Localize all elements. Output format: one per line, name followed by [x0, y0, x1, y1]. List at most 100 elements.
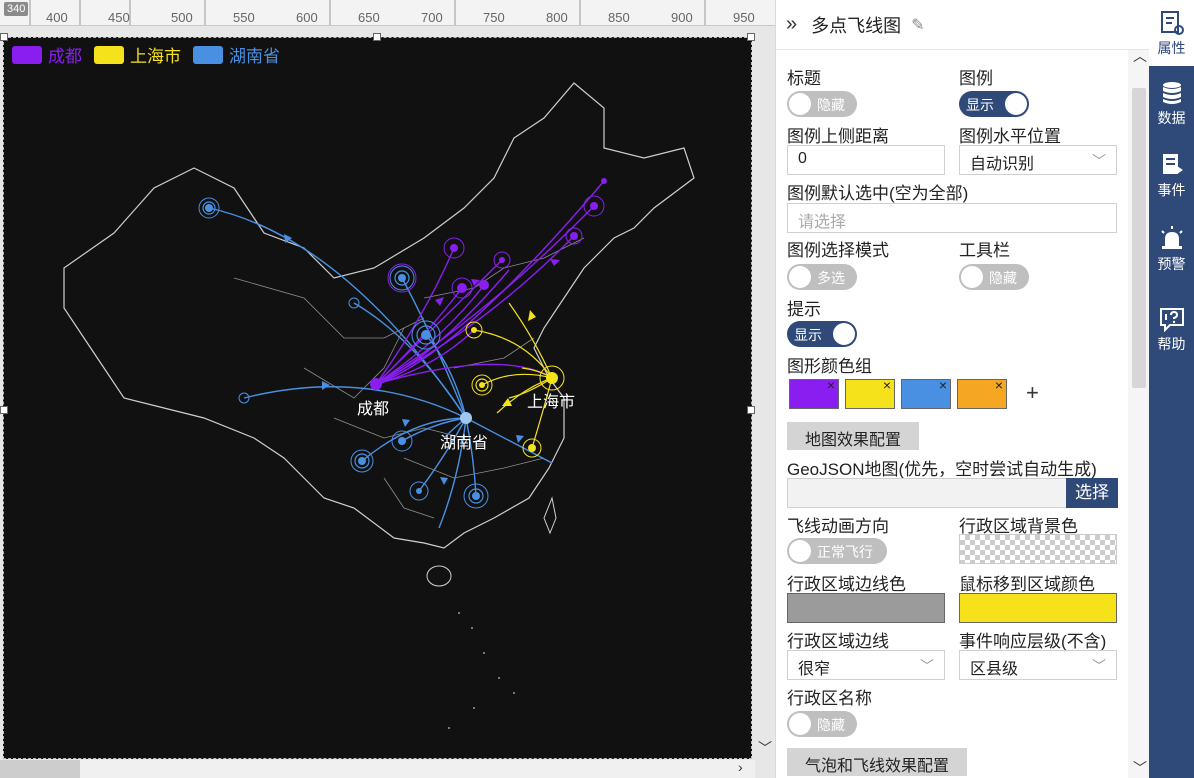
nav-label: 数据 — [1157, 110, 1186, 126]
legend-top-input[interactable]: 0 — [787, 145, 945, 175]
legend-horizontal-select[interactable]: 自动识别 ﹀ — [959, 145, 1117, 175]
legend-item-shanghai[interactable]: 上海市 — [94, 42, 181, 67]
flight-map-chart[interactable]: 成都 上海市 湖南省 成都 上海市 湖南省 — [3, 37, 752, 759]
region-border-select[interactable]: 很窄 ﹀ — [787, 650, 945, 680]
canvas-vertical-scrollbar[interactable]: ﹀ — [755, 26, 773, 764]
scroll-down-icon[interactable]: ﹀ — [758, 738, 772, 758]
properties-panel: » 多点飞线图 ✎ 标题 图例 隐藏 显示 图例上侧距离 图例水平位置 0 自动… — [775, 0, 1150, 778]
scrollbar-thumb[interactable] — [0, 760, 80, 778]
select-value: 区县级 — [970, 661, 1019, 678]
color-chip[interactable]: × — [957, 377, 1007, 409]
resize-handle[interactable] — [747, 406, 755, 414]
nav-label: 帮助 — [1157, 336, 1186, 352]
ruler-tick: 650 — [358, 10, 380, 25]
region-bg-color-picker[interactable] — [959, 534, 1117, 564]
nav-properties[interactable]: 属性 — [1149, 0, 1194, 66]
toggle-label: 正常飞行 — [817, 544, 873, 560]
region-name-toggle[interactable]: 隐藏 — [787, 711, 857, 737]
nav-label: 预警 — [1157, 256, 1186, 272]
title-label: 标题 — [787, 69, 821, 88]
scroll-down-icon[interactable]: ﹀ — [1133, 758, 1147, 778]
nav-label: 属性 — [1157, 40, 1186, 56]
panel-scrollbar[interactable]: ︿ ﹀ — [1128, 48, 1150, 778]
nav-data[interactable]: 数据 — [1149, 80, 1194, 128]
legend-default-label: 图例默认选中(空为全部) — [787, 184, 969, 203]
legend-item-hunan[interactable]: 湖南省 — [193, 42, 280, 67]
toggle-label: 多选 — [817, 270, 845, 286]
edit-title-icon[interactable]: ✎ — [911, 15, 924, 35]
ruler-tick: 700 — [421, 10, 443, 25]
toggle-knob — [789, 93, 811, 115]
ruler-tick: 550 — [233, 10, 255, 25]
geojson-label: GeoJSON地图(优先，空时尝试自动生成) — [787, 460, 1097, 479]
legend-horizontal-label: 图例水平位置 — [959, 127, 1061, 146]
city-label-shanghai: 上海市 — [527, 394, 576, 411]
ruler-tick: 400 — [46, 10, 68, 25]
tooltip-toggle[interactable]: 显示 — [787, 321, 857, 347]
side-navigation: 属性 数据 事件 预警 帮助 — [1149, 0, 1194, 778]
scroll-up-icon[interactable]: ︿ — [1133, 46, 1147, 66]
event-level-label: 事件响应层级(不含) — [959, 632, 1107, 651]
legend-mode-label: 图例选择模式 — [787, 241, 889, 260]
nav-help[interactable]: 帮助 — [1149, 306, 1194, 354]
china-outline — [63, 82, 695, 549]
city-label-chengdu: 成都 — [357, 401, 390, 418]
nav-label: 事件 — [1157, 182, 1186, 198]
help-icon — [1159, 308, 1184, 332]
remove-color-icon[interactable]: × — [939, 377, 947, 393]
resize-handle[interactable] — [373, 33, 381, 41]
color-chip[interactable]: × — [789, 377, 839, 409]
ruler-tick: 850 — [608, 10, 630, 25]
chevron-down-icon: ﹀ — [920, 658, 934, 674]
color-chip[interactable]: × — [845, 377, 895, 409]
nav-alarm[interactable]: 预警 — [1149, 226, 1194, 274]
toggle-knob — [961, 266, 983, 288]
bubble-flight-config-button[interactable]: 气泡和飞线效果配置 — [787, 748, 968, 776]
select-value: 很窄 — [798, 661, 831, 678]
tooltip-label: 提示 — [787, 300, 821, 319]
geojson-choose-button[interactable]: 选择 — [1066, 478, 1118, 508]
legend-item-chengdu[interactable]: 成都 — [12, 42, 82, 67]
region-border-color-label: 行政区域边线色 — [787, 575, 906, 594]
region-border-label: 行政区域边线 — [787, 632, 889, 651]
event-icon — [1162, 154, 1183, 174]
flight-direction-toggle[interactable]: 正常飞行 — [787, 538, 887, 564]
resize-handle[interactable] — [747, 33, 755, 41]
chevron-down-icon: ﹀ — [1092, 658, 1106, 674]
flight-direction-label: 飞线动画方向 — [787, 517, 889, 536]
hover-color-label: 鼠标移到区域颜色 — [959, 575, 1095, 594]
color-chip[interactable]: × — [901, 377, 951, 409]
ruler-tick: 600 — [296, 10, 318, 25]
geojson-input[interactable] — [787, 478, 1067, 508]
map-effect-config-button[interactable]: 地图效果配置 — [787, 422, 920, 450]
legend-mode-toggle[interactable]: 多选 — [787, 264, 857, 290]
scrollbar-thumb[interactable] — [1132, 88, 1146, 388]
legend-default-select[interactable]: 请选择 — [787, 203, 1117, 233]
event-level-select[interactable]: 区县级 ﹀ — [959, 650, 1117, 680]
toggle-label: 隐藏 — [817, 717, 845, 733]
remove-color-icon[interactable]: × — [995, 377, 1003, 393]
horizontal-ruler: 340 400 450 500 550 600 650 700 750 800 … — [0, 0, 775, 26]
nav-event[interactable]: 事件 — [1149, 152, 1194, 200]
title-toggle[interactable]: 隐藏 — [787, 91, 857, 117]
legend-swatch — [94, 45, 124, 64]
ruler-tick: 950 — [733, 10, 755, 25]
legend-toggle[interactable]: 显示 — [959, 91, 1029, 117]
toggle-label: 隐藏 — [817, 97, 845, 113]
map-legend: 成都 上海市 湖南省 — [12, 42, 280, 67]
add-color-icon[interactable]: + — [1026, 380, 1039, 406]
chevron-down-icon: ﹀ — [1092, 153, 1106, 169]
region-name-label: 行政区名称 — [787, 689, 872, 708]
resize-handle[interactable] — [0, 406, 8, 414]
collapse-panel-icon[interactable]: » — [786, 13, 797, 36]
remove-color-icon[interactable]: × — [883, 377, 891, 393]
canvas-horizontal-scrollbar[interactable]: › — [0, 759, 755, 778]
component-title: 多点飞线图 — [811, 15, 902, 36]
remove-color-icon[interactable]: × — [827, 377, 835, 393]
resize-handle[interactable] — [0, 33, 8, 41]
region-border-color-picker[interactable] — [787, 593, 945, 623]
hover-color-picker[interactable] — [959, 593, 1117, 623]
toolbar-toggle[interactable]: 隐藏 — [959, 264, 1029, 290]
scroll-right-icon[interactable]: › — [738, 759, 743, 775]
legend-label: 湖南省 — [229, 47, 280, 66]
